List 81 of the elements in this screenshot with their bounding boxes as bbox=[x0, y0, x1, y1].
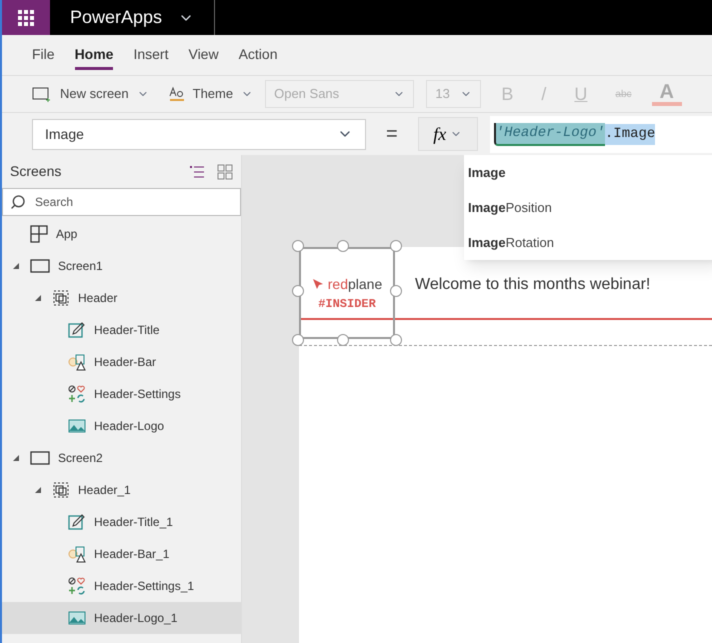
expanded-arrow-icon[interactable] bbox=[12, 454, 20, 462]
menu-tab[interactable]: Insert bbox=[133, 44, 168, 70]
suggestion-item[interactable]: ImagePosition bbox=[464, 190, 712, 225]
tree-item[interactable]: Header-Bar bbox=[2, 346, 241, 378]
app-icon bbox=[30, 225, 48, 243]
expanded-arrow-icon[interactable] bbox=[34, 486, 42, 494]
formula-field[interactable]: 'Header-Logo'.Image bbox=[490, 116, 712, 152]
icons-icon bbox=[68, 385, 86, 403]
formula-token: .Image bbox=[604, 124, 656, 144]
list-view-icon[interactable] bbox=[189, 164, 205, 180]
welcome-text: Welcome to this months webinar! bbox=[415, 275, 650, 295]
waffle-icon bbox=[18, 10, 34, 26]
tree-item[interactable]: Header-Bar_1 bbox=[2, 538, 241, 570]
grid-view-icon[interactable] bbox=[217, 164, 233, 180]
panel-title: Screens bbox=[10, 162, 62, 181]
tree-item-label: Header-Logo bbox=[94, 418, 164, 435]
tree-item[interactable]: App bbox=[2, 218, 241, 250]
menu-tab[interactable]: View bbox=[188, 44, 219, 70]
formula-token: 'Header-Logo' bbox=[494, 122, 605, 146]
pencil-icon bbox=[68, 321, 86, 339]
theme-button[interactable]: Theme bbox=[168, 84, 254, 104]
tree-item-label: Header_1 bbox=[78, 482, 131, 499]
tree-item-label: Screen1 bbox=[58, 258, 103, 275]
search-icon bbox=[10, 194, 26, 210]
resize-handle[interactable] bbox=[292, 334, 304, 346]
tree-item-label: App bbox=[56, 226, 78, 243]
resize-handle[interactable] bbox=[337, 240, 349, 252]
expanded-arrow-icon[interactable] bbox=[34, 294, 42, 302]
property-dropdown[interactable]: Image bbox=[32, 118, 366, 150]
tree-item[interactable]: Header bbox=[2, 282, 241, 314]
tree-item[interactable]: Header-Settings bbox=[2, 378, 241, 410]
tree-item-label: Header-Settings bbox=[94, 386, 181, 403]
screen-icon bbox=[30, 258, 50, 274]
tree-item-label: Header bbox=[78, 290, 118, 307]
new-screen-button[interactable]: New screen bbox=[32, 84, 149, 104]
tree-item-label: Screen2 bbox=[58, 450, 103, 467]
menu-tab[interactable]: File bbox=[32, 44, 55, 70]
search-field[interactable]: Search bbox=[2, 188, 241, 216]
resize-handle[interactable] bbox=[292, 285, 304, 297]
tree-item-label: Header-Title_1 bbox=[94, 514, 173, 531]
equals-sign: = bbox=[385, 122, 399, 147]
tree-item[interactable]: Header-Title bbox=[2, 314, 241, 346]
shapes-icon bbox=[68, 353, 86, 371]
resize-handle[interactable] bbox=[337, 334, 349, 346]
expanded-arrow-icon[interactable] bbox=[12, 262, 20, 270]
suggestion-item[interactable]: Image bbox=[464, 155, 712, 190]
logo-text: redplane bbox=[328, 274, 382, 294]
tree-item[interactable]: Header-Logo_1 bbox=[2, 602, 241, 634]
icons-icon bbox=[68, 577, 86, 595]
pencil-icon bbox=[68, 513, 86, 531]
tree-item-label: Header-Settings_1 bbox=[94, 578, 194, 595]
tree-item[interactable]: Screen2 bbox=[2, 442, 241, 474]
image-icon bbox=[68, 609, 86, 627]
app-launcher-button[interactable] bbox=[2, 0, 50, 35]
tree-item[interactable]: Header-Title_1 bbox=[2, 506, 241, 538]
screen-icon bbox=[30, 450, 50, 466]
logo-tag: #INSIDER bbox=[318, 294, 376, 312]
tree-item-label: Header-Bar bbox=[94, 354, 156, 371]
group-icon bbox=[52, 289, 70, 307]
resize-handle[interactable] bbox=[292, 240, 304, 252]
tree-item[interactable]: Header-Logo bbox=[2, 410, 241, 442]
shapes-icon bbox=[68, 545, 86, 563]
tree-item-label: Header-Bar_1 bbox=[94, 546, 170, 563]
menu-tab[interactable]: Action bbox=[238, 44, 278, 70]
tree-item-label: Header-Logo_1 bbox=[94, 610, 178, 627]
plane-icon bbox=[312, 278, 324, 290]
menu-tab[interactable]: Home bbox=[74, 44, 114, 70]
tree-item[interactable]: Header-Settings_1 bbox=[2, 570, 241, 602]
group-icon bbox=[52, 481, 70, 499]
tree-item-label: Header-Title bbox=[94, 322, 160, 339]
resize-handle[interactable] bbox=[390, 285, 402, 297]
function-button[interactable]: fx bbox=[418, 117, 478, 151]
resize-handle[interactable] bbox=[390, 334, 402, 346]
theme-icon bbox=[168, 86, 185, 102]
suggestion-item[interactable]: ImageRotation bbox=[464, 225, 712, 260]
tree-item[interactable]: Screen1 bbox=[2, 250, 241, 282]
image-icon bbox=[68, 417, 86, 435]
resize-handle[interactable] bbox=[390, 240, 402, 252]
new-screen-icon bbox=[32, 86, 52, 102]
app-title-button[interactable]: PowerApps bbox=[50, 0, 216, 35]
tree-item[interactable]: Header_1 bbox=[2, 474, 241, 506]
